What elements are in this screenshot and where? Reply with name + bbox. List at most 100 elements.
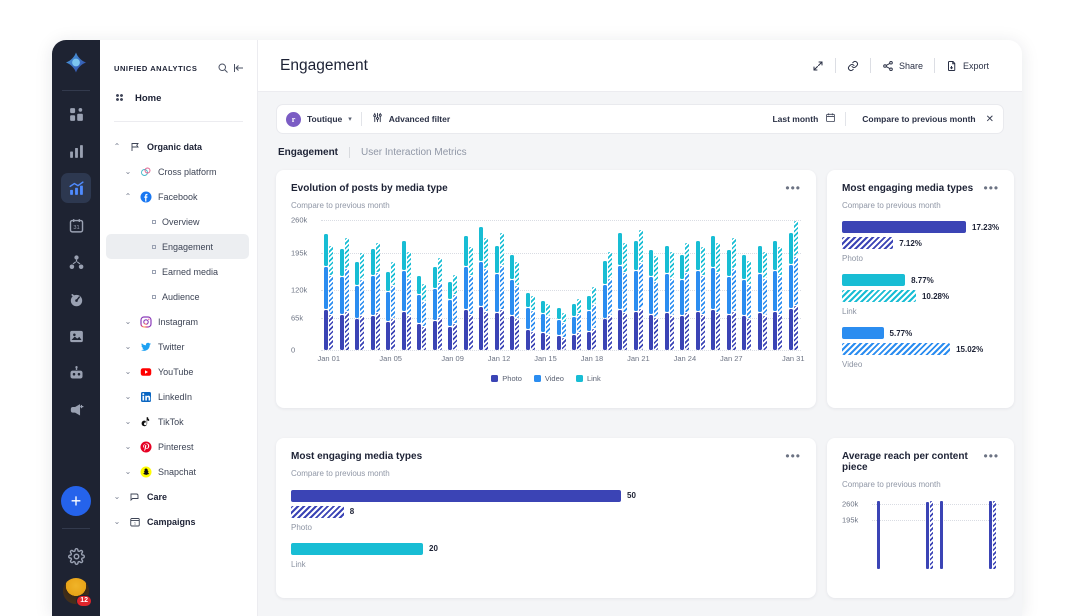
chevron-up-icon[interactable]: ⌃ <box>112 142 122 151</box>
bar-group[interactable] <box>936 499 949 569</box>
sidebar-item-cross-platform[interactable]: ⌄Cross platform <box>106 159 249 184</box>
bar-group[interactable] <box>398 220 413 350</box>
rail-item-automation[interactable] <box>61 358 91 388</box>
more-options-icon[interactable]: ••• <box>785 183 801 192</box>
sidebar-item-care[interactable]: ⌄Care <box>106 484 249 509</box>
chevron-down-icon[interactable]: ⌄ <box>123 317 133 326</box>
bar-group[interactable] <box>910 499 923 569</box>
more-options-icon[interactable]: ••• <box>984 451 1000 460</box>
sidebar-item-engagement[interactable]: Engagement <box>106 234 249 259</box>
bar-group[interactable] <box>872 499 885 569</box>
collapse-panel-icon[interactable] <box>233 62 245 74</box>
rail-item-calendar[interactable]: 31 <box>61 210 91 240</box>
chevron-down-icon[interactable]: ⌄ <box>123 467 133 476</box>
bar-group[interactable] <box>476 220 491 350</box>
bar-group[interactable] <box>507 220 522 350</box>
bar-group[interactable] <box>646 220 661 350</box>
bar-group[interactable] <box>770 220 785 350</box>
bar-group[interactable] <box>948 499 961 569</box>
bar-group[interactable] <box>569 220 584 350</box>
bar-group[interactable] <box>352 220 367 350</box>
tab-engagement[interactable]: Engagement <box>278 147 338 158</box>
bar-group[interactable] <box>538 220 553 350</box>
close-icon[interactable]: ✕ <box>986 114 994 125</box>
tab-user-interaction-metrics[interactable]: User Interaction Metrics <box>361 147 467 158</box>
sidebar-item-organic-data[interactable]: ⌃Organic data <box>106 134 249 159</box>
bar-group[interactable] <box>631 220 646 350</box>
user-avatar[interactable]: 12 <box>63 578 89 604</box>
chevron-down-icon[interactable]: ⌄ <box>123 342 133 351</box>
chevron-up-icon[interactable]: ⌃ <box>123 192 133 201</box>
bar-segment-photo <box>469 315 473 350</box>
sidebar-item-linkedin[interactable]: ⌄LinkedIn <box>106 384 249 409</box>
bar-group[interactable] <box>974 499 987 569</box>
chevron-down-icon[interactable]: ⌄ <box>112 492 122 501</box>
link-icon[interactable] <box>836 60 870 72</box>
bar-group[interactable] <box>367 220 382 350</box>
bar-group[interactable] <box>755 220 770 350</box>
rail-item-organization[interactable] <box>61 247 91 277</box>
bar-group[interactable] <box>522 220 537 350</box>
rail-item-reports[interactable] <box>61 136 91 166</box>
sidebar-item-pinterest[interactable]: ⌄Pinterest <box>106 434 249 459</box>
bar-group[interactable] <box>336 220 351 350</box>
bar-group[interactable] <box>491 220 506 350</box>
sidebar-item-tiktok[interactable]: ⌄TikTok <box>106 409 249 434</box>
export-button[interactable]: Export <box>935 60 1000 72</box>
chevron-down-icon[interactable]: ⌄ <box>112 517 122 526</box>
compare-toggle[interactable]: Compare to previous month ✕ <box>846 110 994 128</box>
bar-group[interactable] <box>321 220 336 350</box>
bar-group[interactable] <box>414 220 429 350</box>
chevron-down-icon[interactable]: ⌄ <box>123 417 133 426</box>
bar-group[interactable] <box>961 499 974 569</box>
rail-item-analytics[interactable] <box>61 173 91 203</box>
bar-group[interactable] <box>739 220 754 350</box>
add-button[interactable]: + <box>61 486 91 516</box>
bar-group[interactable] <box>445 220 460 350</box>
sidebar-item-twitter[interactable]: ⌄Twitter <box>106 334 249 359</box>
account-selector[interactable]: r Toutique ▾ <box>286 112 361 127</box>
bar-group[interactable] <box>677 220 692 350</box>
bar-group[interactable] <box>460 220 475 350</box>
share-button[interactable]: Share <box>871 60 934 72</box>
gear-icon[interactable] <box>61 541 91 571</box>
more-options-icon[interactable]: ••• <box>984 183 1000 192</box>
bar-group[interactable] <box>885 499 898 569</box>
sidebar-item-snapchat[interactable]: ⌄Snapchat <box>106 459 249 484</box>
chevron-down-icon[interactable]: ⌄ <box>123 392 133 401</box>
sidebar-item-home[interactable]: Home <box>100 74 257 105</box>
bar-group[interactable] <box>584 220 599 350</box>
bar-group[interactable] <box>986 499 999 569</box>
sidebar-item-youtube[interactable]: ⌄YouTube <box>106 359 249 384</box>
sidebar-item-facebook[interactable]: ⌃Facebook <box>106 184 249 209</box>
rail-item-campaigns[interactable] <box>61 395 91 425</box>
rail-item-performance[interactable] <box>61 284 91 314</box>
sidebar-item-campaigns[interactable]: ⌄1Campaigns <box>106 509 249 534</box>
sidebar-item-audience[interactable]: Audience <box>106 284 249 309</box>
chevron-down-icon[interactable]: ⌄ <box>123 442 133 451</box>
bar-group[interactable] <box>662 220 677 350</box>
sidebar-item-instagram[interactable]: ⌄Instagram <box>106 309 249 334</box>
bar-group[interactable] <box>429 220 444 350</box>
bar-group[interactable] <box>724 220 739 350</box>
chevron-down-icon[interactable]: ⌄ <box>123 167 133 176</box>
bar-group[interactable] <box>923 499 936 569</box>
sidebar-item-earned-media[interactable]: Earned media <box>106 259 249 284</box>
sidebar-item-overview[interactable]: Overview <box>106 209 249 234</box>
bar-group[interactable] <box>693 220 708 350</box>
rail-item-dashboard[interactable] <box>61 99 91 129</box>
bar-group[interactable] <box>708 220 723 350</box>
advanced-filter-button[interactable]: Advanced filter <box>362 110 460 128</box>
bar-group[interactable] <box>615 220 630 350</box>
search-icon[interactable] <box>217 62 229 74</box>
bar-group[interactable] <box>383 220 398 350</box>
expand-arrows-icon[interactable] <box>801 60 835 72</box>
bar-group[interactable] <box>786 220 801 350</box>
bar-group[interactable] <box>897 499 910 569</box>
more-options-icon[interactable]: ••• <box>785 451 801 460</box>
chevron-down-icon[interactable]: ⌄ <box>123 367 133 376</box>
bar-group[interactable] <box>600 220 615 350</box>
date-range-selector[interactable]: Last month <box>763 110 845 128</box>
bar-group[interactable] <box>553 220 568 350</box>
rail-item-media[interactable] <box>61 321 91 351</box>
